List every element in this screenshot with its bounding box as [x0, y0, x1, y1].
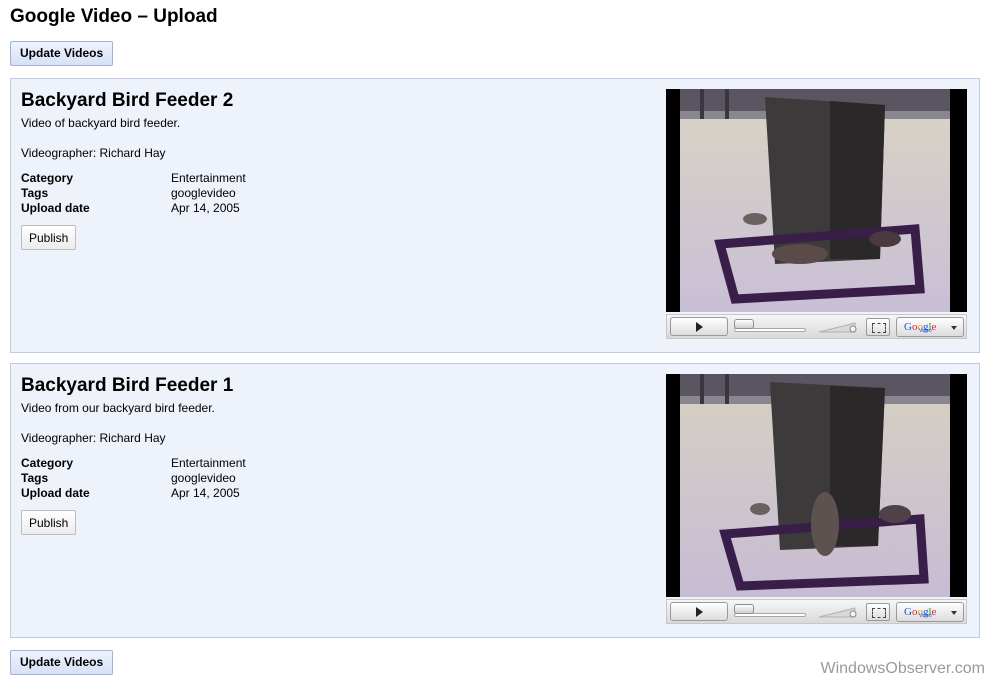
- meta-value: Apr 14, 2005: [171, 201, 240, 215]
- seek-slider[interactable]: [734, 604, 806, 618]
- video-frame-image: [680, 89, 950, 312]
- video-title: Backyard Bird Feeder 2: [21, 90, 234, 111]
- meta-value: Entertainment: [171, 456, 246, 470]
- video-meta: Category Entertainment Tags googlevideo …: [21, 171, 246, 216]
- play-icon[interactable]: [670, 317, 728, 336]
- seek-handle[interactable]: [734, 604, 754, 614]
- videographer: Videographer: Richard Hay: [21, 431, 166, 445]
- video-player[interactable]: Google Video: [666, 374, 967, 624]
- player-controls: Google Video: [666, 599, 967, 624]
- seek-handle[interactable]: [734, 319, 754, 329]
- video-card: Backyard Bird Feeder 1 Video from our ba…: [10, 363, 980, 638]
- video-title: Backyard Bird Feeder 1: [21, 375, 234, 396]
- video-player[interactable]: Google Video: [666, 89, 967, 339]
- publish-button[interactable]: Publish: [21, 510, 77, 535]
- volume-slider[interactable]: [819, 321, 859, 333]
- videographer: Videographer: Richard Hay: [21, 146, 166, 160]
- chevron-down-icon: [951, 611, 957, 615]
- brand-sub-label: Video: [919, 613, 932, 619]
- meta-row-upload-date: Upload date Apr 14, 2005: [21, 201, 246, 216]
- meta-row-tags: Tags googlevideo: [21, 471, 246, 486]
- brand-sub-label: Video: [919, 328, 932, 334]
- video-description: Video of backyard bird feeder.: [21, 116, 181, 130]
- publish-button[interactable]: Publish: [21, 225, 77, 250]
- meta-label: Upload date: [21, 486, 90, 500]
- player-controls: Google Video: [666, 314, 967, 339]
- seek-slider[interactable]: [734, 319, 806, 333]
- meta-row-category: Category Entertainment: [21, 171, 246, 186]
- video-frame-image: [680, 374, 950, 597]
- meta-label: Category: [21, 171, 74, 185]
- fullscreen-icon[interactable]: [866, 603, 890, 621]
- meta-row-category: Category Entertainment: [21, 456, 246, 471]
- meta-label: Category: [21, 456, 74, 470]
- chevron-down-icon: [951, 326, 957, 330]
- meta-row-upload-date: Upload date Apr 14, 2005: [21, 486, 246, 501]
- video-screen[interactable]: [666, 89, 967, 312]
- video-description: Video from our backyard bird feeder.: [21, 401, 215, 415]
- meta-value: Entertainment: [171, 171, 246, 185]
- meta-row-tags: Tags googlevideo: [21, 186, 246, 201]
- update-videos-button-top[interactable]: Update Videos: [10, 41, 114, 66]
- meta-label: Tags: [21, 471, 49, 485]
- video-screen[interactable]: [666, 374, 967, 597]
- page-title: Google Video – Upload: [10, 6, 218, 27]
- watermark: WindowsObserver.com: [820, 660, 986, 677]
- google-video-menu[interactable]: Google Video: [896, 317, 964, 337]
- video-card: Backyard Bird Feeder 2 Video of backyard…: [10, 78, 980, 353]
- meta-value: Apr 14, 2005: [171, 486, 240, 500]
- meta-label: Tags: [21, 186, 49, 200]
- google-video-menu[interactable]: Google Video: [896, 602, 964, 622]
- meta-value: googlevideo: [171, 471, 236, 485]
- meta-value: googlevideo: [171, 186, 236, 200]
- play-icon[interactable]: [670, 602, 728, 621]
- volume-slider[interactable]: [819, 606, 859, 618]
- fullscreen-icon[interactable]: [866, 318, 890, 336]
- video-meta: Category Entertainment Tags googlevideo …: [21, 456, 246, 501]
- meta-label: Upload date: [21, 201, 90, 215]
- update-videos-button-bottom[interactable]: Update Videos: [10, 650, 114, 675]
